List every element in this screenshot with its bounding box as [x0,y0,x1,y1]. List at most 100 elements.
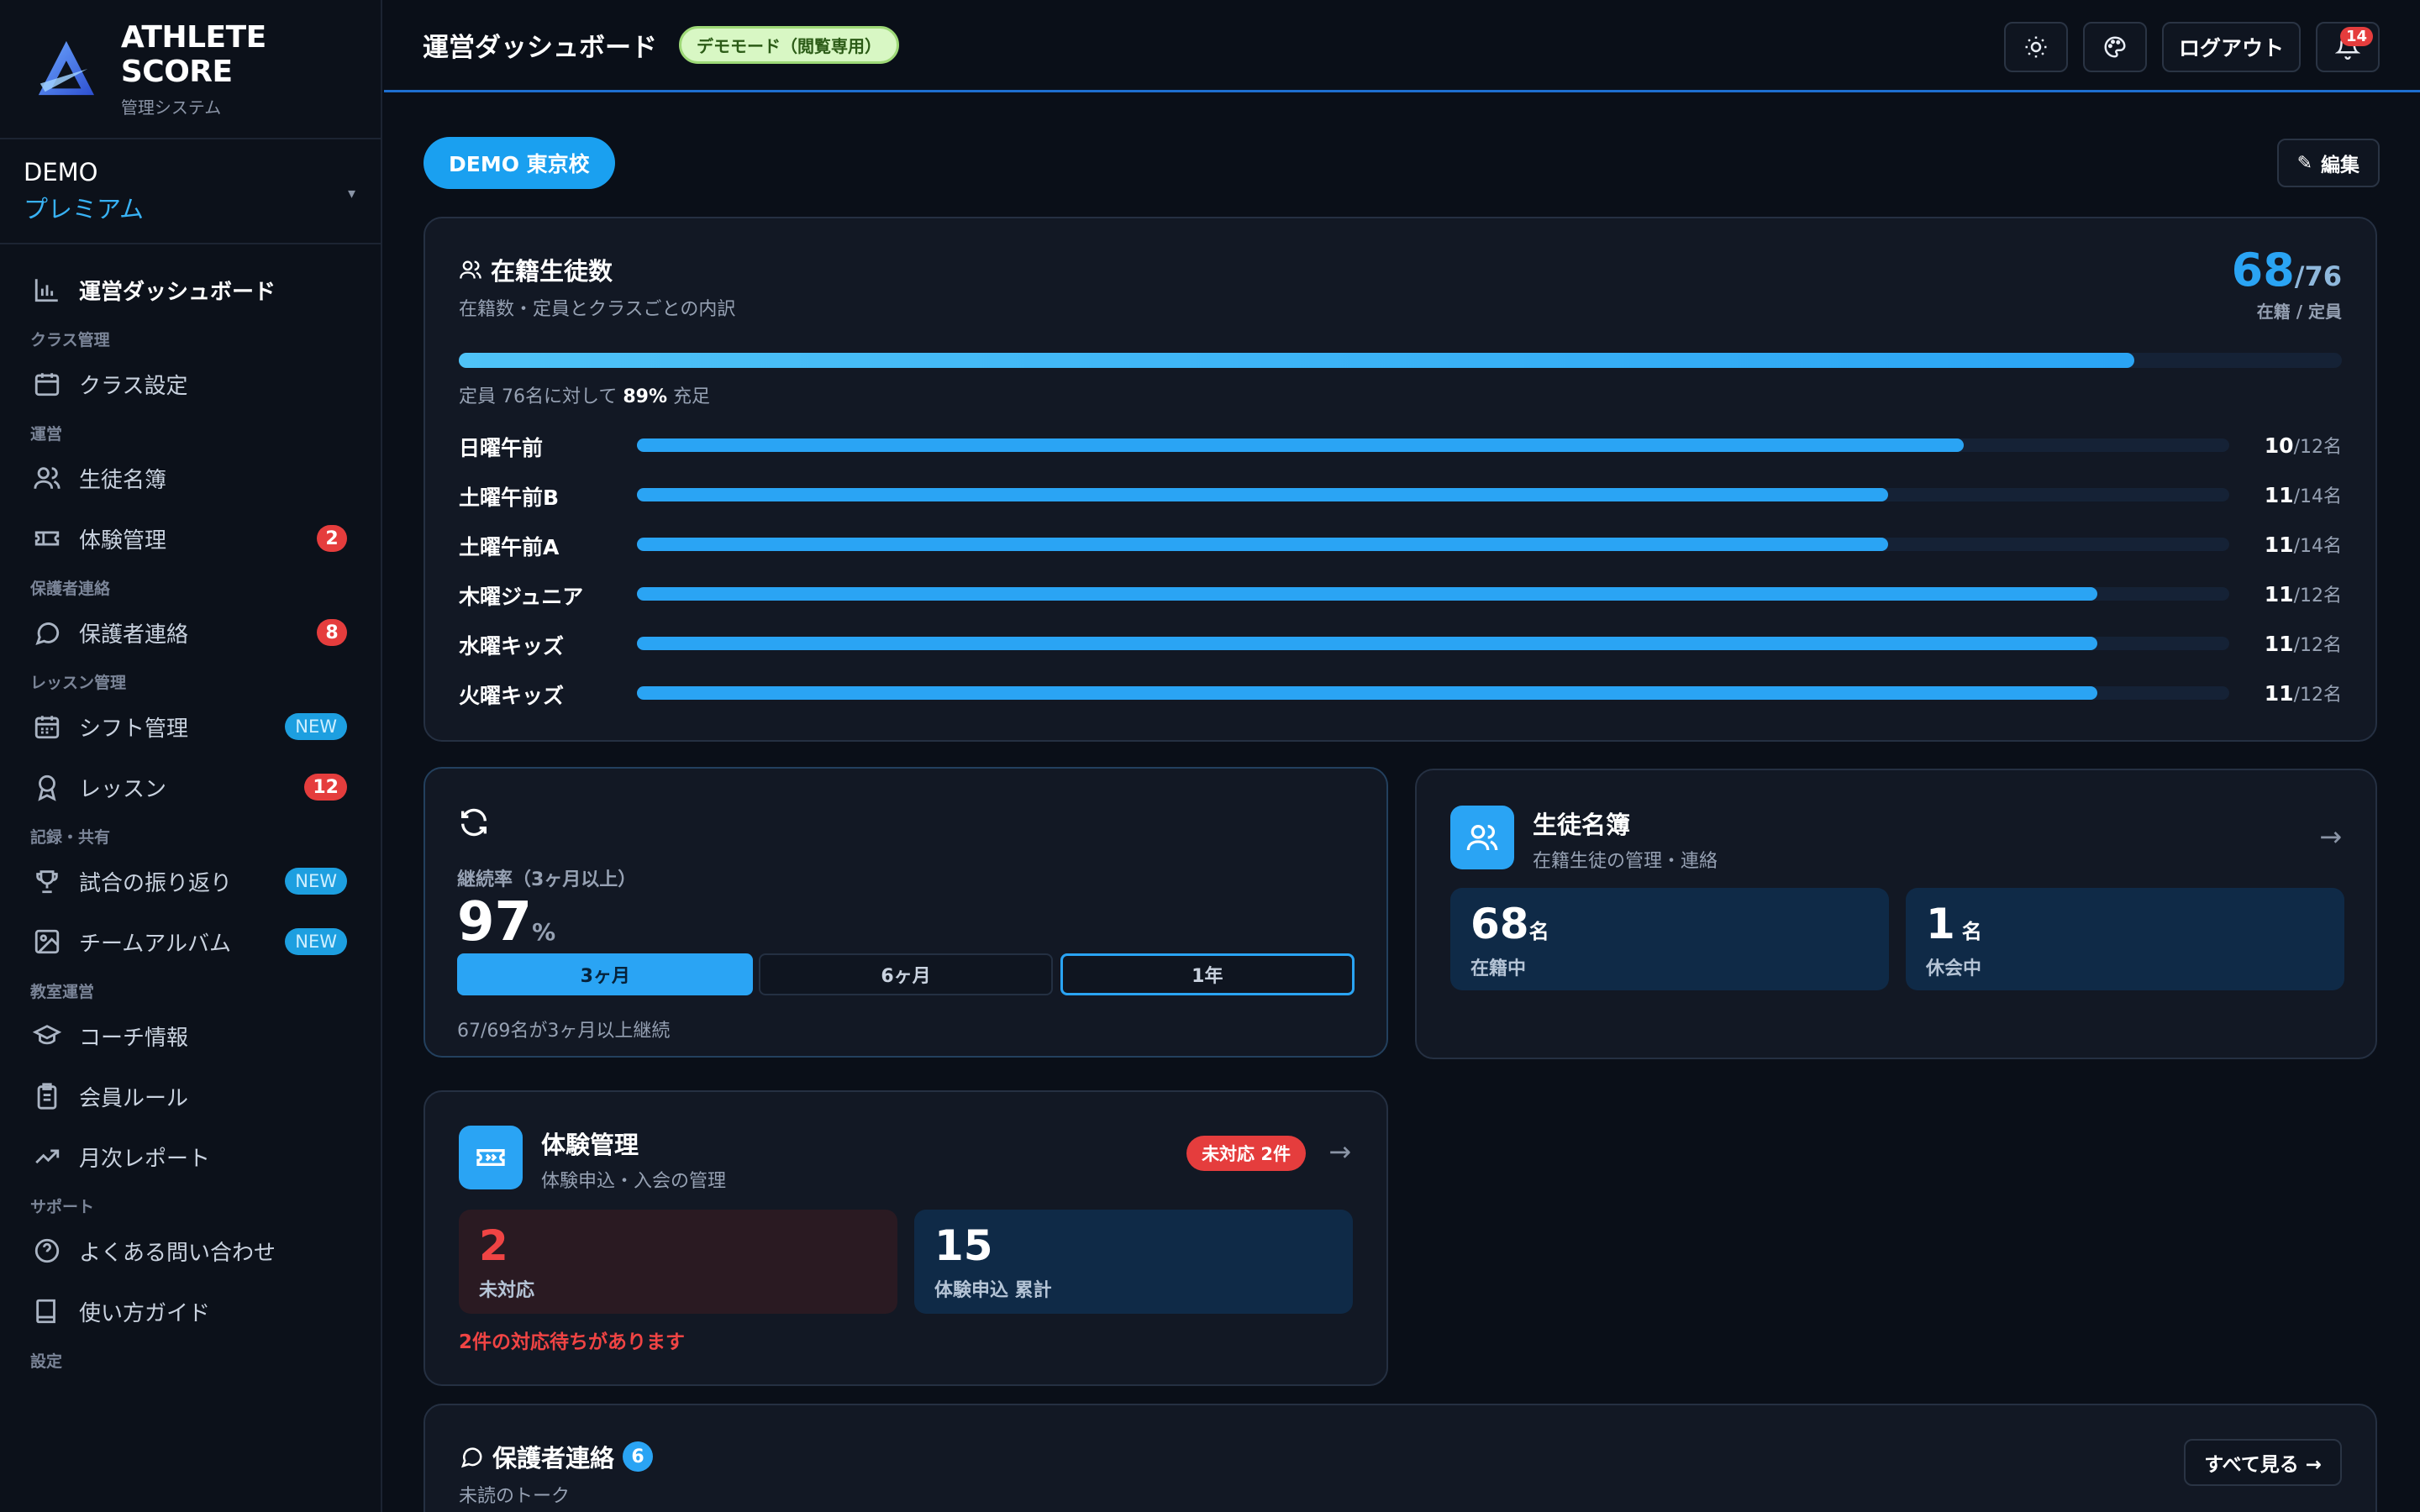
pencil-icon: ✎ [2296,152,2312,174]
lesson-count-badge: 12 [304,774,347,801]
class-progress-fill [637,538,1889,551]
sidebar-item-label: よくある問い合わせ [79,1240,276,1266]
calendar-grid-icon [32,711,62,742]
capacity-progress-fill [459,353,2135,368]
class-count: 11/14名 [2265,531,2342,558]
chat-bubble-icon [460,1447,482,1468]
nav-section-lesson: レッスン管理 [30,674,127,692]
sidebar-item-lesson[interactable]: レッスン 12 [0,757,381,817]
trophy-icon [32,866,62,896]
brand-title: ATHLETE SCORE [120,19,266,89]
tenant-selector[interactable]: DEMO プレミアム ▾ [0,139,381,244]
theme-toggle-button[interactable] [2003,22,2068,72]
paused-unit: 名 [1961,920,1982,943]
image-icon [32,927,62,957]
class-count: 10/12名 [2265,432,2342,459]
sidebar-item-guardian[interactable]: 保護者連絡 8 [0,602,381,663]
class-progress-fill [637,488,1889,501]
class-count: 11/12名 [2265,680,2342,706]
sidebar-item-album[interactable]: チームアルバム NEW [0,911,381,972]
ticket-icon [459,1126,523,1189]
class-capacity: /12名 [2293,437,2342,458]
guardian-count-badge: 8 [317,619,347,646]
class-capacity: /14名 [2293,536,2342,557]
nav-section-school: 教室運営 [30,983,95,1001]
class-name: 火曜キッズ [459,684,565,708]
class-count-value: 10 [2264,433,2294,458]
sidebar-item-students[interactable]: 生徒名簿 [0,448,381,508]
sidebar-item-shift[interactable]: シフト管理 NEW [0,696,381,757]
tab-1-year[interactable]: 1年 [1060,953,1355,995]
sidebar-item-review[interactable]: 試合の振り返り NEW [0,851,381,911]
class-name: 土曜午前B [459,486,560,510]
retention-label: 継続率（3ヶ月以上） [457,869,637,890]
class-capacity: /12名 [2293,585,2342,606]
sidebar-item-class-settings[interactable]: クラス設定 [0,354,381,414]
sidebar: ATHLETE SCORE 管理システム DEMO プレミアム ▾ 運営ダッシュ… [0,0,382,1512]
paused-value: 1 [1926,900,1955,948]
sidebar-item-faq[interactable]: よくある問い合わせ [0,1221,381,1281]
paused-label: 休会中 [1926,958,1982,979]
school-selector-chip[interactable]: DEMO 東京校 [424,137,615,189]
tab-6-months[interactable]: 6ヶ月 [758,953,1054,995]
sidebar-item-label: クラス設定 [79,373,188,399]
class-count-value: 11 [2264,632,2294,656]
users-icon [32,463,62,493]
graduation-cap-icon [32,1021,62,1051]
sidebar-item-trial[interactable]: 体験管理 2 [0,508,381,569]
sidebar-item-guide[interactable]: 使い方ガイド [0,1281,381,1341]
total-trials-value: 15 [934,1221,993,1270]
student-roster-card[interactable]: 生徒名簿 在籍生徒の管理・連絡 → 68名 在籍中 1名 休会中 [1415,769,2377,1059]
class-row: 木曜ジュニア 11/12名 [459,577,2342,611]
class-progress-bar [637,686,2229,700]
class-count-value: 11 [2264,533,2294,557]
retention-card: 継続率（3ヶ月以上） 97% 3ヶ月 6ヶ月 1年 67/69名が3ヶ月以上継続 [424,767,1388,1058]
arrow-right-icon[interactable]: → [2319,821,2342,853]
tab-3-months[interactable]: 3ヶ月 [457,953,754,995]
new-badge: NEW [285,868,347,895]
guardian-messages-card: 保護者連絡 6 未読のトーク すべて見る → [424,1404,2377,1512]
class-capacity: /12名 [2293,685,2342,706]
demo-mode-badge: デモモード（閲覧専用） [679,26,899,64]
see-all-button[interactable]: すべて見る → [2184,1439,2342,1486]
class-row: 日曜午前 10/12名 [459,428,2342,462]
enrolled-count: 68 [2231,244,2295,297]
calendar-icon [32,369,62,399]
enrollment-card: 在籍生徒数 在籍数・定員とクラスごとの内訳 68/76 在籍 / 定員 定員 7… [424,217,2377,742]
sidebar-item-report[interactable]: 月次レポート [0,1126,381,1187]
class-row: 土曜午前B 11/14名 [459,478,2342,512]
class-progress-bar [637,538,2229,551]
new-badge: NEW [285,928,347,955]
clipboard-icon [32,1081,62,1111]
logout-button[interactable]: ログアウト [2161,22,2301,72]
class-count-value: 11 [2264,681,2294,706]
capacity-progress-bar [459,353,2342,368]
brand-subtitle: 管理システム [120,97,222,118]
class-name: 木曜ジュニア [459,585,584,609]
pending-stat: 2 未対応 [459,1210,897,1314]
sidebar-item-coach[interactable]: コーチ情報 [0,1005,381,1066]
edit-button[interactable]: ✎ 編集 [2276,139,2380,187]
brand[interactable]: ATHLETE SCORE 管理システム [0,0,381,139]
sidebar-item-label: 保護者連絡 [79,622,189,648]
trial-title: 体験管理 [541,1131,639,1159]
chevron-down-icon: ▾ [347,185,355,202]
sidebar-item-label: チームアルバム [79,931,231,957]
class-row: 土曜午前A 11/14名 [459,528,2342,561]
class-progress-bar [637,587,2229,601]
sidebar-item-dashboard[interactable]: 運営ダッシュボード [0,260,381,320]
class-count-value: 11 [2264,483,2294,507]
logo-icon [38,40,95,96]
guardian-title: 保護者連絡 [492,1444,615,1473]
palette-button[interactable] [2082,22,2147,72]
sidebar-item-label: コーチ情報 [79,1025,189,1051]
edit-label: 編集 [2321,155,2360,176]
trial-management-card[interactable]: 体験管理 体験申込・入会の管理 未対応 2件 → 2 未対応 15 体験申込 累… [424,1090,1388,1386]
capacity-note: 定員 76名に対して 89% 充足 [459,381,710,408]
arrow-right-icon[interactable]: → [1328,1136,1351,1168]
capacity-note-suffix: 充足 [673,386,711,407]
sidebar-item-rules[interactable]: 会員ルール [0,1066,381,1126]
trial-subtitle: 体験申込・入会の管理 [541,1171,727,1192]
notifications-button[interactable]: 14 [2316,22,2380,72]
roster-subtitle: 在籍生徒の管理・連絡 [1533,851,1718,872]
